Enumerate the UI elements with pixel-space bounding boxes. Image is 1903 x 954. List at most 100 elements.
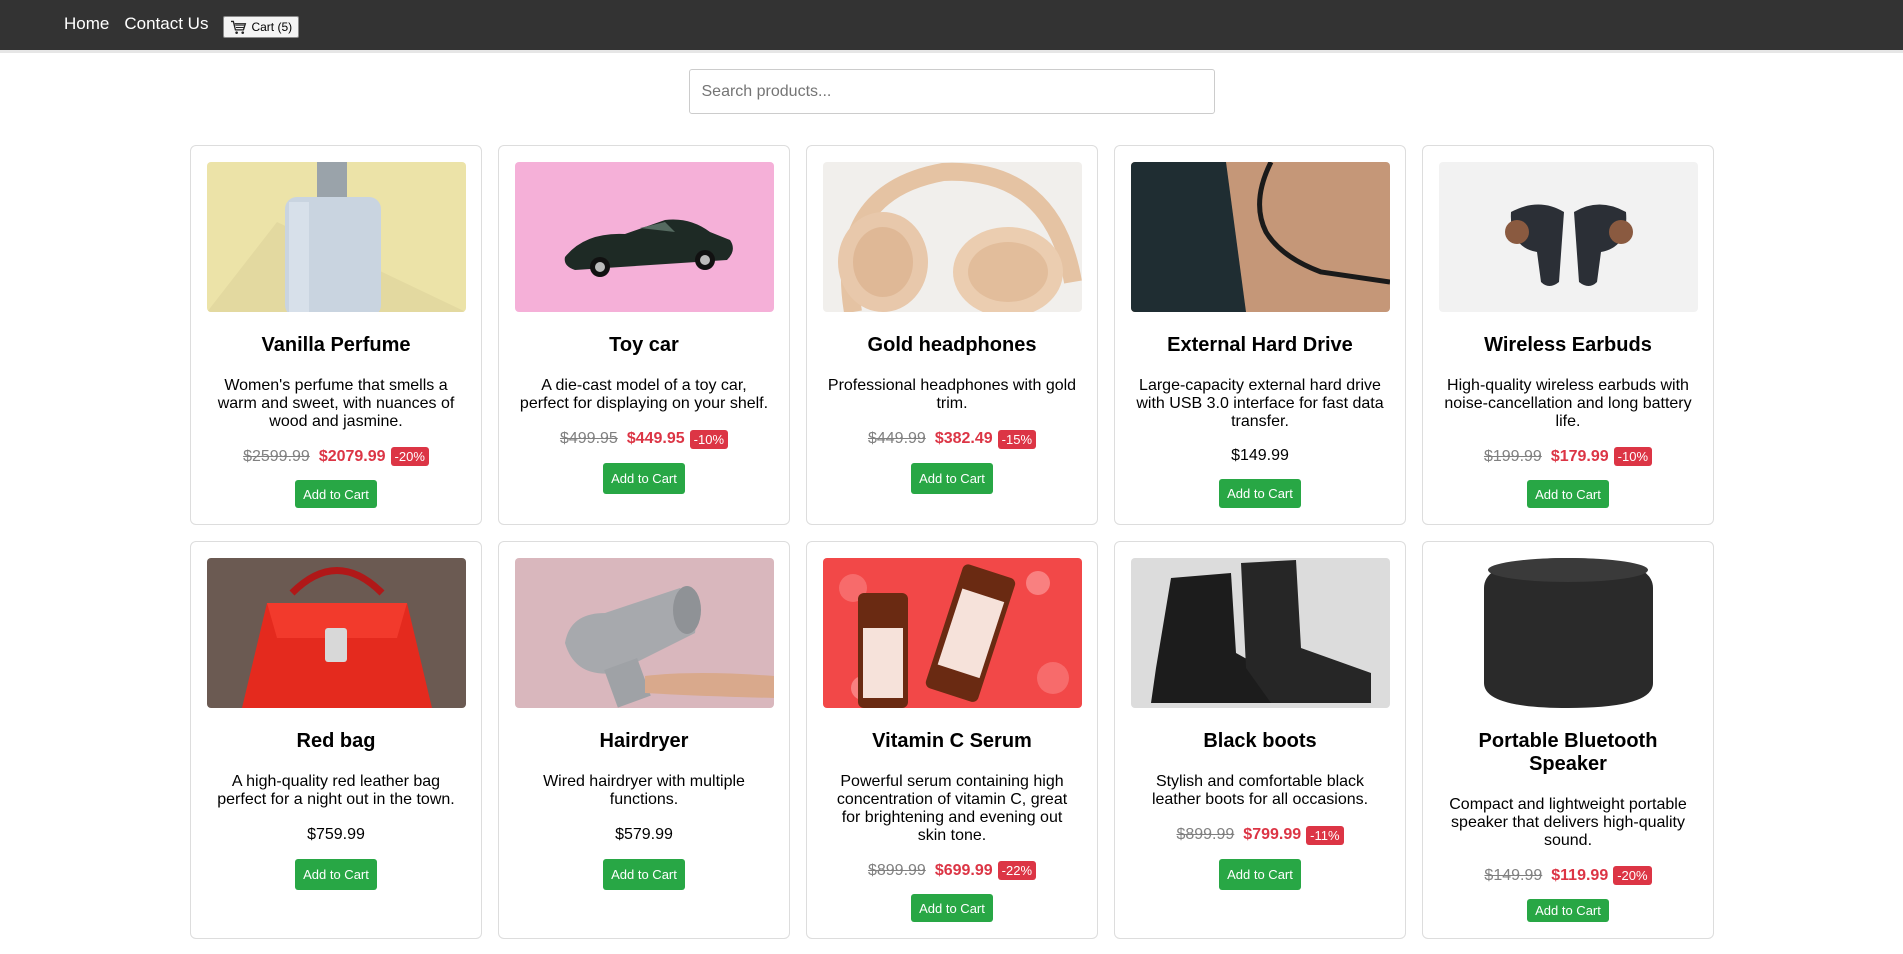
product-grid: Vanilla Perfume Women's perfume that sme… [190, 145, 1714, 939]
search-input[interactable] [688, 69, 1215, 114]
product-card: Black boots Stylish and comfortable blac… [1114, 541, 1406, 939]
discount-badge: -10% [1613, 447, 1653, 466]
price-line: $199.99 $179.99 -10% [1483, 447, 1653, 466]
price-line: $449.99 $382.49 -15% [867, 429, 1037, 449]
price-line: $899.99 $699.99 -22% [867, 861, 1037, 880]
add-to-cart-button[interactable]: Add to Cart [603, 463, 685, 494]
add-to-cart-button[interactable]: Add to Cart [1219, 479, 1301, 508]
price-line: $2599.99 $2079.99 -20% [243, 447, 429, 466]
product-card: Toy car A die-cast model of a toy car, p… [498, 145, 790, 525]
sale-price: $119.99 [1551, 866, 1609, 884]
product-title: Vitamin C Serum [872, 730, 1032, 752]
product-price: $149.99 [1231, 447, 1289, 465]
sale-price: $799.99 [1243, 826, 1302, 843]
original-price: $899.99 [867, 861, 926, 879]
add-to-cart-button[interactable]: Add to Cart [1527, 899, 1609, 922]
top-navbar: Home Contact Us Cart (5) [0, 0, 1903, 53]
product-description: High-quality wireless earbuds with noise… [1444, 377, 1692, 430]
product-image [822, 558, 1082, 708]
product-card: Wireless Earbuds High-quality wireless e… [1422, 145, 1714, 525]
original-price: $199.99 [1483, 447, 1542, 465]
product-title: Black boots [1203, 730, 1317, 752]
product-card: Vitamin C Serum Powerful serum containin… [806, 541, 1098, 939]
headphones-image [822, 162, 1082, 312]
price-line: $759.99 [307, 825, 365, 845]
original-price: $449.99 [867, 430, 926, 447]
product-title: Hairdryer [599, 730, 689, 752]
product-price: $759.99 [307, 826, 365, 843]
discount-badge: -20% [390, 447, 429, 466]
add-to-cart-button[interactable]: Add to Cart [295, 480, 377, 508]
sale-price: $179.99 [1550, 447, 1609, 465]
shopping-cart-icon [231, 20, 247, 34]
product-image [822, 162, 1082, 312]
speaker-image [1438, 558, 1698, 708]
earbuds-image [1438, 162, 1698, 312]
product-card: Hairdryer Wired hairdryer with multiple … [498, 541, 790, 939]
price-line: $899.99 $799.99 -11% [1176, 825, 1344, 845]
product-description: Wired hairdryer with multiple functions. [543, 773, 745, 808]
product-description: Compact and lightweight portable speaker… [1449, 796, 1687, 849]
add-to-cart-button[interactable]: Add to Cart [911, 463, 993, 494]
product-title: Wireless Earbuds [1484, 334, 1652, 356]
nav-contact-link[interactable]: Contact Us [124, 14, 208, 34]
product-description: Stylish and comfortable black leather bo… [1151, 773, 1369, 808]
product-image [514, 558, 774, 708]
add-to-cart-button[interactable]: Add to Cart [295, 859, 377, 890]
cart-label: Cart (5) [251, 20, 293, 34]
product-image [514, 162, 774, 312]
product-description: Large-capacity external hard drive with … [1136, 377, 1384, 430]
discount-badge: -11% [1306, 825, 1344, 845]
product-description: A high-quality red leather bag perfect f… [217, 773, 455, 808]
product-title: Gold headphones [867, 334, 1037, 356]
product-title: Toy car [609, 334, 679, 356]
discount-badge: -22% [997, 861, 1037, 880]
price-line: $149.99 $119.99 -20% [1484, 866, 1652, 885]
red-bag-image [206, 558, 466, 708]
price-line: $579.99 [615, 825, 673, 845]
product-image [206, 162, 466, 312]
product-title: Vanilla Perfume [261, 334, 411, 356]
sale-price: $2079.99 [318, 447, 386, 465]
serum-bottles-image [822, 558, 1082, 708]
original-price: $899.99 [1176, 826, 1235, 843]
sale-price: $382.49 [934, 430, 993, 447]
discount-badge: -15% [997, 429, 1037, 449]
original-price: $2599.99 [243, 447, 310, 465]
nav-home-link[interactable]: Home [64, 14, 109, 34]
add-to-cart-button[interactable]: Add to Cart [1219, 859, 1301, 890]
hard-drive-image [1130, 162, 1390, 312]
product-title: Portable Bluetooth Speaker [1478, 730, 1658, 775]
perfume-bottle-image [206, 162, 466, 312]
product-card: Portable Bluetooth Speaker Compact and l… [1422, 541, 1714, 939]
original-price: $499.95 [559, 430, 618, 447]
product-image [1130, 162, 1390, 312]
add-to-cart-button[interactable]: Add to Cart [1527, 480, 1609, 508]
product-description: Powerful serum containing high concentra… [836, 773, 1068, 844]
product-card: Red bag A high-quality red leather bag p… [190, 541, 482, 939]
product-card: Gold headphones Professional headphones … [806, 145, 1098, 525]
add-to-cart-button[interactable]: Add to Cart [603, 859, 685, 890]
product-card: Vanilla Perfume Women's perfume that sme… [190, 145, 482, 525]
product-title: Red bag [296, 730, 376, 752]
product-image [1130, 558, 1390, 708]
product-title: External Hard Drive [1167, 334, 1353, 356]
discount-badge: -10% [689, 429, 729, 449]
product-image [1438, 558, 1698, 708]
boots-image [1130, 558, 1390, 708]
product-card: External Hard Drive Large-capacity exter… [1114, 145, 1406, 525]
toy-car-image [514, 162, 774, 312]
add-to-cart-button[interactable]: Add to Cart [911, 894, 993, 922]
product-description: A die-cast model of a toy car, perfect f… [519, 377, 769, 412]
product-image [1438, 162, 1698, 312]
product-description: Women's perfume that smells a warm and s… [217, 377, 455, 430]
sale-price: $449.95 [626, 430, 685, 447]
sale-price: $699.99 [934, 861, 993, 879]
cart-button[interactable]: Cart (5) [223, 16, 300, 38]
product-image [206, 558, 466, 708]
search-container [0, 69, 1903, 114]
product-description: Professional headphones with gold trim. [827, 377, 1077, 412]
original-price: $149.99 [1484, 866, 1543, 884]
price-line: $149.99 [1231, 447, 1289, 465]
discount-badge: -20% [1613, 866, 1652, 885]
